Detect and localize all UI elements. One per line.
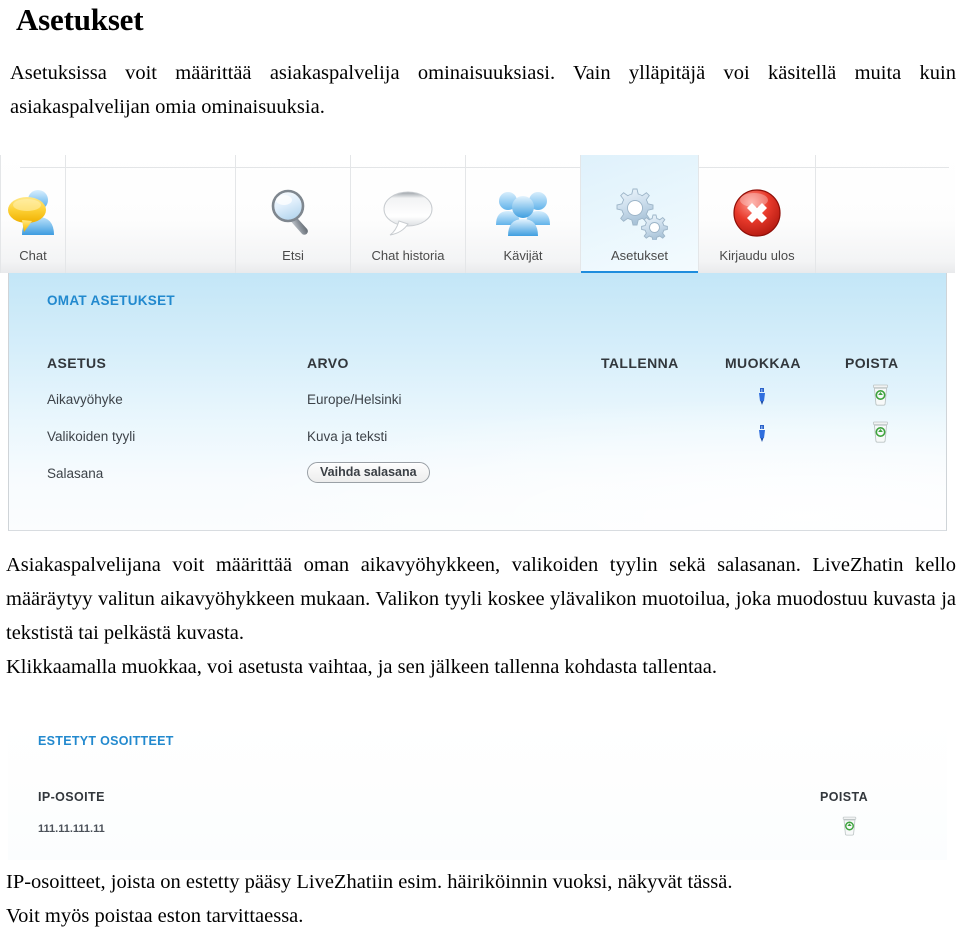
column-header-poista: POISTA [845,355,899,371]
magnifier-icon [267,182,319,244]
change-password-button[interactable]: Vaihda salasana [307,462,430,483]
table-row-setting-value: Europe/Helsinki [307,392,402,407]
settings-panel-heading: OMAT ASETUKSET [47,293,175,308]
column-header-muokkaa: MUOKKAA [725,355,801,371]
column-header-poista: POISTA [820,790,869,804]
toolbar-tab-kavijat[interactable]: Kävijät [466,155,581,273]
table-row-ip-address: 111.11.111.11 [38,823,105,835]
edit-pencil-icon[interactable] [755,387,769,407]
app-screenshot: Chat Etsi Chat historia Kävijät Asetukse… [0,155,955,545]
toolbar-tab-label: Kirjaudu ulos [719,248,795,263]
edit-pencil-icon[interactable] [755,424,769,444]
middle-paragraph: Asiakaspalvelijana voit määrittää oman a… [6,548,956,684]
column-header-asetus: ASETUS [47,355,107,371]
column-header-tallenna: TALLENNA [601,355,679,371]
blocked-panel-heading: ESTETYT OSOITTEET [38,734,174,748]
toolbar-spacer [66,155,236,273]
toolbar-tab-asetukset[interactable]: Asetukset [581,155,699,277]
toolbar-tab-etsi[interactable]: Etsi [236,155,351,273]
blocked-addresses-panel: ESTETYT OSOITTEET IP-OSOITE POISTA 111.1… [8,718,947,860]
app-toolbar: Chat Etsi Chat historia Kävijät Asetukse… [0,155,955,277]
toolbar-tab-label: Asetukset [610,248,669,263]
toolbar-tab-label: Chat [19,248,47,263]
users-group-icon [494,182,552,244]
page-title: Asetukset [16,2,144,37]
middle-paragraph-body: Asiakaspalvelijana voit määrittää oman a… [6,554,956,644]
table-row-setting-value: Kuva ja teksti [307,429,388,444]
bottom-paragraph-last-line: Voit myös poistaa eston tarvittaessa. [6,905,304,927]
toolbar-tab-chat[interactable]: Chat [0,155,66,273]
bottom-paragraph-body: IP-osoitteet, joista on estetty pääsy Li… [6,871,733,893]
bottom-paragraph: IP-osoitteet, joista on estetty pääsy Li… [6,865,956,933]
column-header-ip-osoite: IP-OSOITE [38,790,105,804]
toolbar-tab-label: Etsi [282,248,304,263]
gears-icon [610,182,670,244]
middle-paragraph-last-line: Klikkaamalla muokkaa, voi asetusta vaiht… [6,656,717,678]
column-header-arvo: ARVO [307,355,349,371]
chat-bubbles-icon [4,182,62,244]
toolbar-tab-label: Chat historia [371,248,445,263]
trash-bin-icon[interactable] [871,421,890,443]
table-row-setting-name: Valikoiden tyyli [47,429,136,444]
table-row-setting-name: Salasana [47,466,104,481]
page-root: Asetukset Asetuksissa voit määrittää asi… [0,0,960,941]
settings-panel: OMAT ASETUKSET ASETUS ARVO TALLENNA MUOK… [8,273,947,531]
speech-bubble-icon [379,182,437,244]
toolbar-tab-kirjaudu-ulos[interactable]: Kirjaudu ulos [699,155,816,273]
trash-bin-icon[interactable] [841,816,858,836]
toolbar-tab-chat-historia[interactable]: Chat historia [351,155,466,273]
trash-bin-icon[interactable] [871,384,890,406]
toolbar-tab-label: Kävijät [503,248,543,263]
intro-paragraph: Asetuksissa voit määrittää asiakaspalvel… [10,62,956,118]
red-x-circle-icon [730,182,784,244]
table-row-setting-name: Aikavyöhyke [47,392,123,407]
